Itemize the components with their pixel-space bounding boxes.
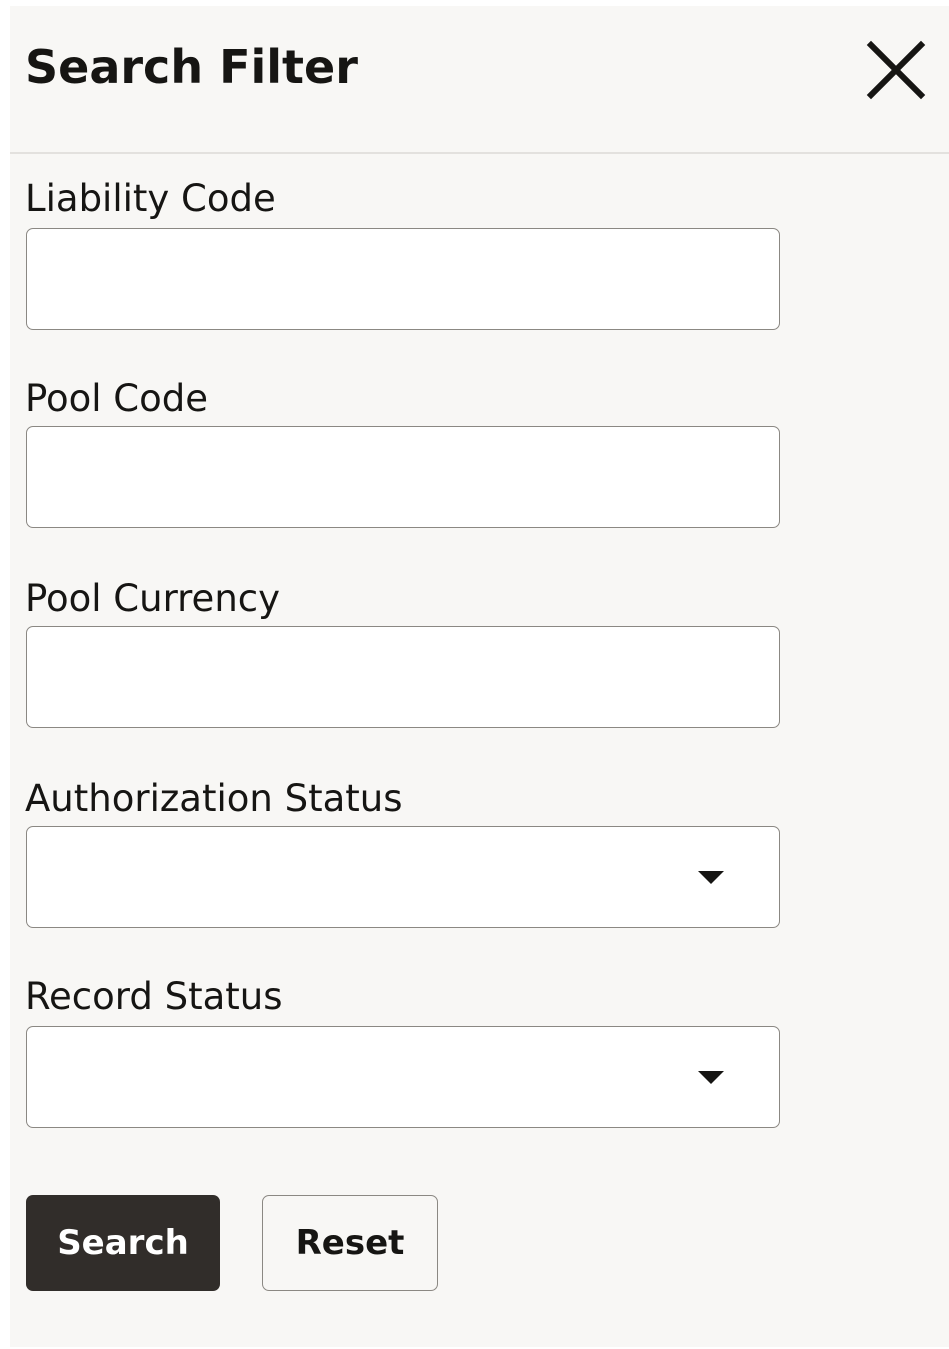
pool-code-label: Pool Code xyxy=(25,377,209,420)
pool-currency-input[interactable] xyxy=(26,626,780,728)
liability-code-label: Liability Code xyxy=(25,177,276,220)
chevron-down-icon xyxy=(698,871,724,884)
record-status-label: Record Status xyxy=(25,975,283,1018)
panel-title: Search Filter xyxy=(25,40,358,94)
reset-button[interactable]: Reset xyxy=(262,1195,438,1291)
pool-currency-label: Pool Currency xyxy=(25,577,281,620)
close-icon xyxy=(866,40,926,100)
chevron-down-icon xyxy=(698,1071,724,1084)
authorization-status-label: Authorization Status xyxy=(25,777,403,820)
pool-code-input[interactable] xyxy=(26,426,780,528)
search-filter-panel: Search Filter Liability Code Pool Code P… xyxy=(10,6,949,1347)
record-status-select[interactable] xyxy=(26,1026,780,1128)
authorization-status-select[interactable] xyxy=(26,826,780,928)
search-button[interactable]: Search xyxy=(26,1195,220,1291)
liability-code-input[interactable] xyxy=(26,228,780,330)
panel-header: Search Filter xyxy=(10,6,949,154)
close-button[interactable] xyxy=(866,40,926,100)
